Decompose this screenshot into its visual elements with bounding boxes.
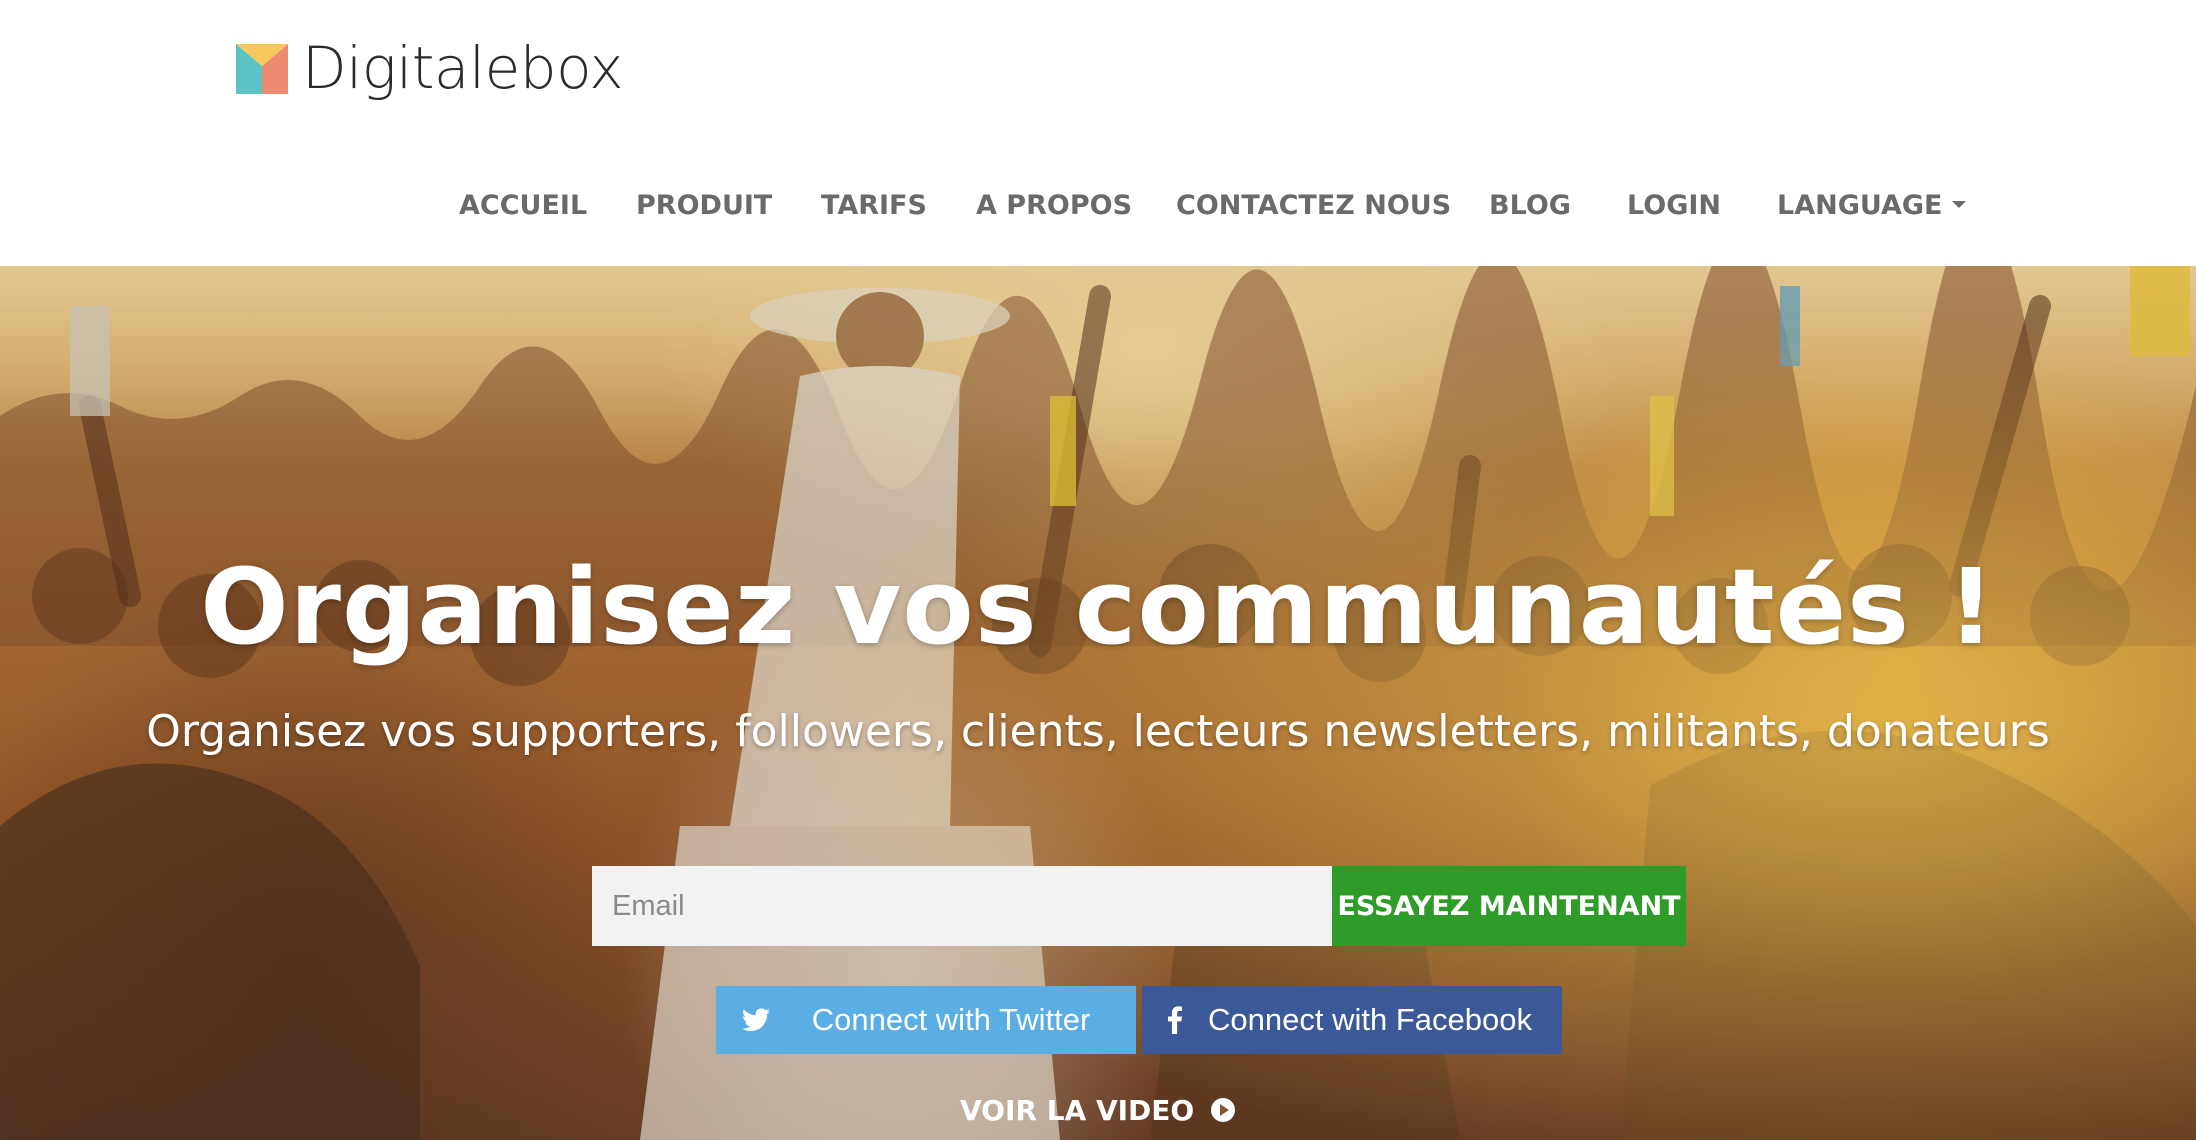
nav-item-blog[interactable]: BLOG [1489,180,1571,232]
watch-video-label: VOIR LA VIDEO [960,1094,1195,1127]
connect-facebook-button[interactable]: Connect with Facebook [1142,986,1562,1054]
nav-item-accueil[interactable]: ACCUEIL [459,180,587,232]
try-now-button[interactable]: ESSAYEZ MAINTENANT [1332,866,1686,946]
logo[interactable]: Digitalebox [234,34,624,102]
nav-item-tarifs[interactable]: TARIFS [821,180,927,232]
twitter-icon [716,986,796,1054]
facebook-icon [1142,986,1208,1054]
hero-section: Organisez vos communautés ! Organisez vo… [0,266,2196,1140]
caret-down-icon [1952,201,1967,208]
nav-item-language-label: LANGUAGE [1777,190,1943,221]
hero-subtitle: Organisez vos supporters, followers, cli… [146,706,2050,757]
nav-item-language[interactable]: LANGUAGE [1777,180,1967,232]
signup-form: ESSAYEZ MAINTENANT [592,866,1686,946]
nav-item-produit[interactable]: PRODUIT [636,180,772,232]
main-nav: ACCUEIL PRODUIT TARIFS A PROPOS CONTACTE… [0,180,2196,232]
brand-name: Digitalebox [302,34,624,102]
nav-item-login[interactable]: LOGIN [1627,180,1721,232]
watch-video-link[interactable]: VOIR LA VIDEO [0,1094,2196,1127]
site-header: Digitalebox ACCUEIL PRODUIT TARIFS A PRO… [0,0,2196,266]
nav-item-a-propos[interactable]: A PROPOS [976,180,1132,232]
logo-mark-icon [236,44,288,94]
email-input[interactable] [592,866,1332,946]
nav-item-contactez-nous[interactable]: CONTACTEZ NOUS [1176,180,1451,232]
connect-twitter-button[interactable]: Connect with Twitter [716,986,1136,1054]
twitter-button-label: Connect with Twitter [811,1002,1091,1037]
hero-title: Organisez vos communautés ! [200,546,1996,668]
facebook-button-label: Connect with Facebook [1208,1002,1532,1037]
play-circle-icon [1210,1098,1235,1122]
